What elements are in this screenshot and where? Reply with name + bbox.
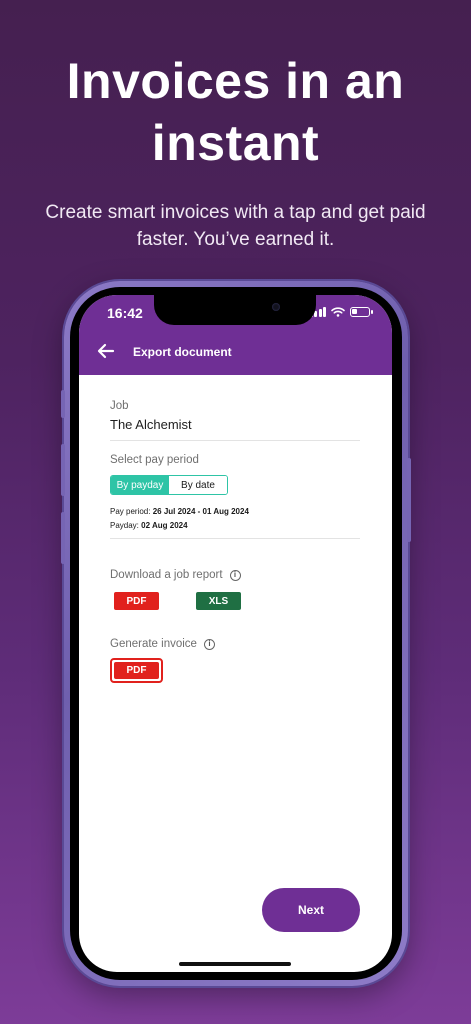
tab-by-payday[interactable]: By payday bbox=[111, 476, 169, 494]
tab-by-date[interactable]: By date bbox=[169, 476, 227, 494]
job-value[interactable]: The Alchemist bbox=[110, 417, 360, 432]
phone-volume-up bbox=[61, 444, 65, 496]
info-icon[interactable]: i bbox=[229, 569, 241, 581]
phone-screen: 16:42 Export document Job The Alchemist … bbox=[79, 295, 392, 972]
app-header: 16:42 Export document bbox=[79, 295, 392, 375]
phone-power-button bbox=[407, 458, 411, 542]
battery-icon bbox=[350, 307, 373, 317]
job-report-buttons: PDF XLS bbox=[110, 592, 360, 610]
headline: Invoices in an instant bbox=[66, 53, 405, 171]
notch bbox=[154, 295, 316, 325]
next-button[interactable]: Next bbox=[262, 888, 360, 932]
phone-volume-down bbox=[61, 512, 65, 564]
invoice-pdf-selected[interactable]: PDF bbox=[110, 658, 163, 683]
job-report-label: Download a job report bbox=[110, 569, 223, 581]
job-report-row: Download a job report i bbox=[110, 569, 360, 581]
payday-line: Payday: 02 Aug 2024 bbox=[110, 519, 360, 533]
divider bbox=[110, 440, 360, 441]
job-report-pdf-button[interactable]: PDF bbox=[114, 592, 159, 610]
job-label: Job bbox=[110, 400, 129, 412]
pay-period-value: 26 Jul 2024 - 01 Aug 2024 bbox=[152, 507, 249, 516]
pay-period-caption: Pay period: bbox=[110, 507, 151, 516]
invoice-row: Generate invoice i bbox=[110, 638, 360, 650]
payday-caption: Payday: bbox=[110, 521, 139, 530]
wifi-icon bbox=[331, 307, 345, 317]
subline: Create smart invoices with a tap and get… bbox=[45, 202, 426, 250]
job-report-xls-button[interactable]: XLS bbox=[196, 592, 241, 610]
export-form: Job The Alchemist Select pay period By p… bbox=[110, 375, 360, 683]
status-time: 16:42 bbox=[107, 305, 143, 321]
divider bbox=[110, 538, 360, 539]
camera-icon bbox=[272, 303, 280, 311]
home-indicator bbox=[179, 962, 291, 966]
pay-period-label: Select pay period bbox=[110, 454, 199, 466]
invoice-label: Generate invoice bbox=[110, 638, 197, 650]
phone-mute-switch bbox=[61, 390, 65, 418]
info-icon[interactable]: i bbox=[203, 638, 215, 650]
header-title: Export document bbox=[133, 345, 232, 359]
pay-period-toggle: By payday By date bbox=[110, 475, 228, 495]
arrow-left-icon[interactable] bbox=[97, 343, 115, 359]
payday-value: 02 Aug 2024 bbox=[141, 521, 188, 530]
status-icons bbox=[309, 307, 373, 317]
pay-period-line: Pay period: 26 Jul 2024 - 01 Aug 2024 bbox=[110, 505, 360, 519]
invoice-pdf-button[interactable]: PDF bbox=[114, 662, 159, 679]
